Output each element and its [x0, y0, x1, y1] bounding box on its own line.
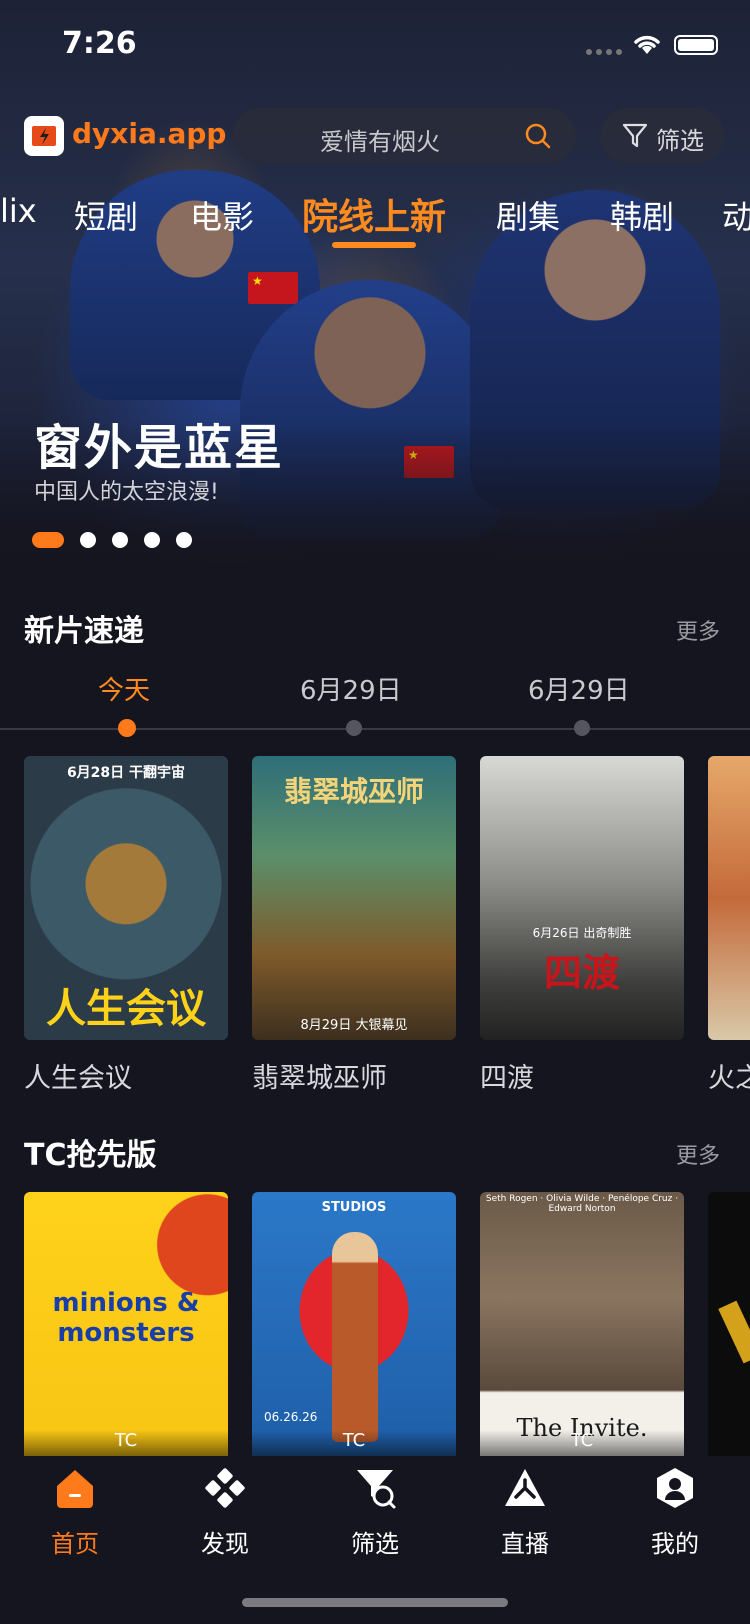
timeline-dot-active [118, 719, 136, 737]
tab-filter[interactable]: 筛选 [325, 1466, 425, 1559]
poster-caption[interactable]: 人生会议 [24, 1056, 132, 1095]
filter-button[interactable]: 筛选 [600, 108, 724, 164]
section-title-new-releases: 新片速递 [24, 614, 144, 649]
poster-caption[interactable]: 翡翠城巫师 [252, 1056, 387, 1095]
tc-badge: TC [24, 1430, 228, 1456]
tab-live[interactable]: 直播 [475, 1466, 575, 1559]
tab-label: 我的 [651, 1530, 699, 1558]
hero-title: 窗外是蓝星 [34, 420, 285, 476]
poster-card[interactable]: STUDIOS 06.26.26 TC [252, 1192, 456, 1456]
poster-title-art: 翡翠城巫师 [283, 775, 424, 808]
filter-label: 筛选 [656, 127, 704, 155]
poster-figure [332, 1232, 378, 1442]
carousel-dot[interactable] [144, 532, 160, 548]
tab-home[interactable]: 首页 [25, 1466, 125, 1559]
wifi-icon [634, 35, 660, 54]
app-logo[interactable] [24, 116, 64, 156]
category-tab-anime[interactable]: 动 [722, 192, 750, 238]
home-indicator [242, 1598, 508, 1607]
more-link-tc[interactable]: 更多 [676, 1138, 720, 1170]
poster-card[interactable]: 翡翠城巫师 8月29日 大银幕见 [252, 756, 456, 1040]
poster-card[interactable]: Seth Rogen · Olivia Wilde · Penélope Cru… [480, 1192, 684, 1456]
tc-badge: TC [480, 1430, 684, 1456]
poster-card[interactable] [708, 756, 750, 1040]
poster-title-art: 人生会议 [46, 986, 206, 1032]
date-tab-3[interactable]: 6月29日 [528, 670, 630, 707]
category-tab-korean[interactable]: 韩剧 [610, 192, 674, 238]
category-tab-movie[interactable]: 电影 [190, 192, 254, 238]
poster-card[interactable]: minions & monsters TC [24, 1192, 228, 1456]
date-timeline [0, 728, 750, 730]
tc-badge: TC [252, 1430, 456, 1456]
poster-date-text: 6月28日 干翻宇宙 [66, 765, 186, 781]
battery-icon [674, 35, 718, 55]
search-bar[interactable]: 爱情有烟火 [232, 108, 576, 164]
category-tab-lix[interactable]: lix [0, 192, 37, 230]
filter-icon [357, 1470, 396, 1509]
timeline-dot [574, 720, 590, 736]
hero-flag [248, 272, 298, 304]
tab-discover[interactable]: 发现 [175, 1466, 275, 1559]
carousel-dot[interactable] [176, 532, 192, 548]
poster-title-art: minions & monsters [52, 1288, 200, 1348]
category-active-indicator [332, 242, 416, 248]
date-tab-today[interactable]: 今天 [98, 670, 150, 707]
carousel-dot[interactable] [80, 532, 96, 548]
home-icon [57, 1470, 93, 1508]
live-icon [505, 1469, 545, 1506]
carousel-dot-active[interactable] [32, 532, 64, 548]
date-tab-2[interactable]: 6月29日 [300, 670, 402, 707]
timeline-dot [346, 720, 362, 736]
status-time: 7:26 [62, 26, 137, 61]
poster-title-art: 四渡 [543, 951, 620, 995]
profile-icon [657, 1468, 693, 1508]
brand-name: dyxia.app [72, 117, 227, 150]
tab-label: 直播 [501, 1530, 549, 1558]
category-tab-theater-new[interactable]: 院线上新 [302, 188, 446, 240]
section-title-tc: TC抢先版 [24, 1138, 157, 1173]
tab-label: 发现 [201, 1530, 249, 1558]
tab-profile[interactable]: 我的 [625, 1466, 725, 1559]
poster-art [718, 1300, 750, 1364]
poster-caption[interactable]: 四渡 [480, 1056, 534, 1095]
search-placeholder: 爱情有烟火 [320, 128, 440, 156]
poster-card[interactable]: 6月28日 干翻宇宙 人生会议 [24, 756, 228, 1040]
poster-caption[interactable]: 火之 [708, 1056, 750, 1095]
poster-card[interactable]: 6月26日 出奇制胜 四渡 [480, 756, 684, 1040]
poster-date-text: 8月29日 大银幕见 [300, 1018, 408, 1033]
more-link-new-releases[interactable]: 更多 [676, 614, 720, 646]
search-icon [525, 123, 551, 149]
poster-date-text: 6月26日 出奇制胜 [532, 926, 632, 940]
tab-label: 首页 [51, 1530, 99, 1558]
discover-icon [205, 1468, 245, 1508]
tab-label: 筛选 [351, 1530, 399, 1558]
signal-icon [586, 40, 626, 59]
hero-subtitle: 中国人的太空浪漫! [34, 480, 219, 505]
category-tab-series[interactable]: 剧集 [496, 192, 560, 238]
category-tab-short-drama[interactable]: 短剧 [74, 192, 138, 238]
poster-cast-text: Seth Rogen · Olivia Wilde · Penélope Cru… [485, 1194, 679, 1214]
carousel-dot[interactable] [112, 532, 128, 548]
funnel-icon [622, 123, 648, 148]
poster-studio-text: STUDIOS [321, 1200, 387, 1215]
poster-date-text: 06.26.26 [264, 1410, 318, 1424]
poster-card[interactable] [708, 1192, 750, 1456]
